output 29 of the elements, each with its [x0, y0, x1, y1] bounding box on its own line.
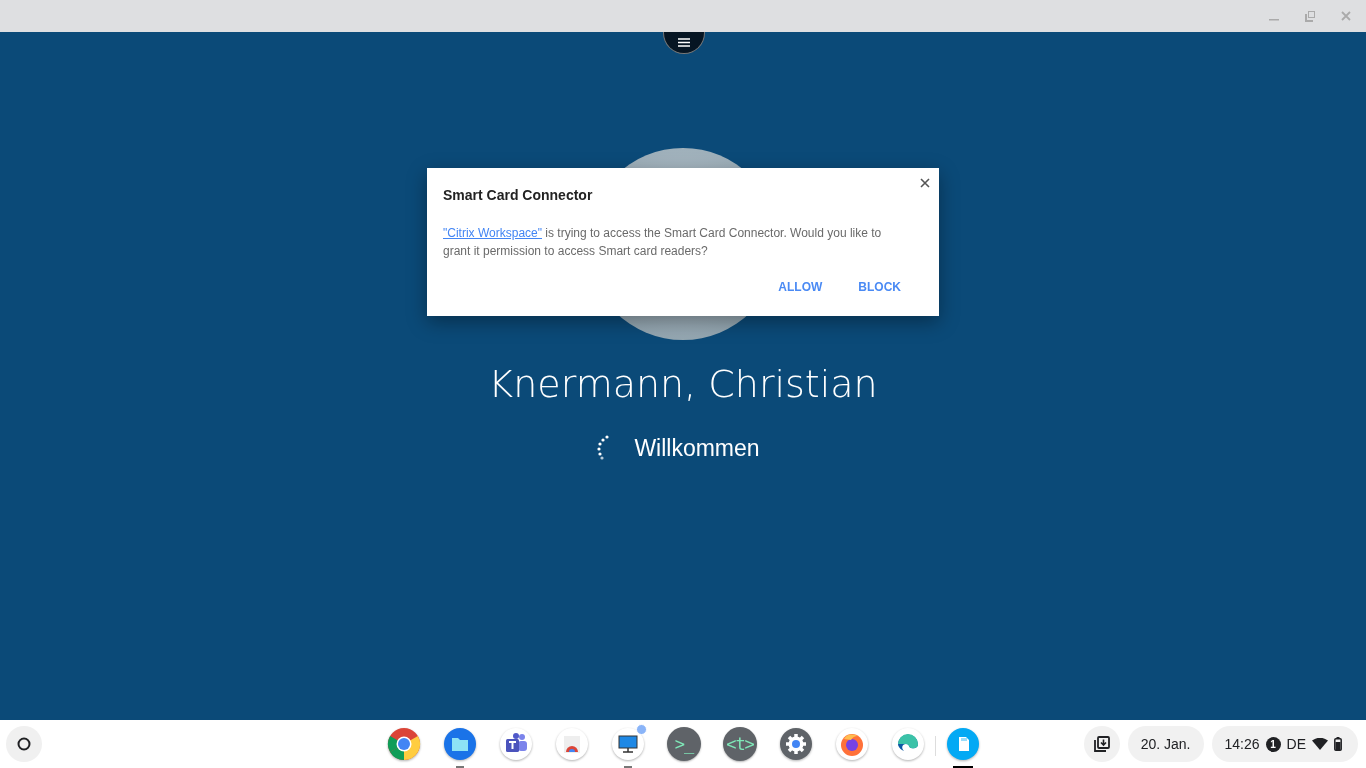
- battery-icon: [1334, 737, 1342, 751]
- wifi-icon: [1312, 738, 1328, 750]
- block-button[interactable]: BLOCK: [844, 272, 915, 302]
- clock-time: 14:26: [1224, 736, 1260, 752]
- date-button[interactable]: 20. Jan.: [1127, 726, 1204, 762]
- gear-icon: [779, 727, 813, 761]
- close-icon[interactable]: [920, 178, 930, 188]
- allow-button[interactable]: ALLOW: [764, 272, 837, 302]
- folder-icon: [443, 727, 477, 761]
- launcher-button[interactable]: [6, 726, 42, 762]
- shelf-app[interactable]: >_: [665, 724, 703, 768]
- menu-icon: [678, 38, 690, 47]
- sd-card-icon: [946, 727, 980, 761]
- app-link[interactable]: "Citrix Workspace": [443, 226, 542, 240]
- keyboard-layout: DE: [1286, 736, 1306, 752]
- browser-icon: [387, 727, 421, 761]
- menu-handle[interactable]: [663, 32, 705, 54]
- circle-icon: [17, 737, 31, 751]
- notification-count: 1: [1265, 736, 1281, 752]
- user-name: Knermann, Christian: [488, 361, 878, 408]
- status-area[interactable]: 14:26 1 DE: [1211, 726, 1358, 762]
- download-stack-icon: [1092, 735, 1111, 753]
- terminal-icon: >_: [667, 727, 701, 761]
- shelf-app[interactable]: <t>: [721, 724, 759, 768]
- dialog-message: "Citrix Workspace" is trying to access the Smart Card Connector. Would you like to grant it permission to access Smart card readers?: [443, 225, 883, 260]
- text-editor-icon: <t>: [723, 727, 757, 761]
- dialog-title: Smart Card Connector: [443, 186, 594, 204]
- welcome-text: Willkommen: [634, 434, 760, 462]
- holding-space-button[interactable]: [1083, 726, 1120, 762]
